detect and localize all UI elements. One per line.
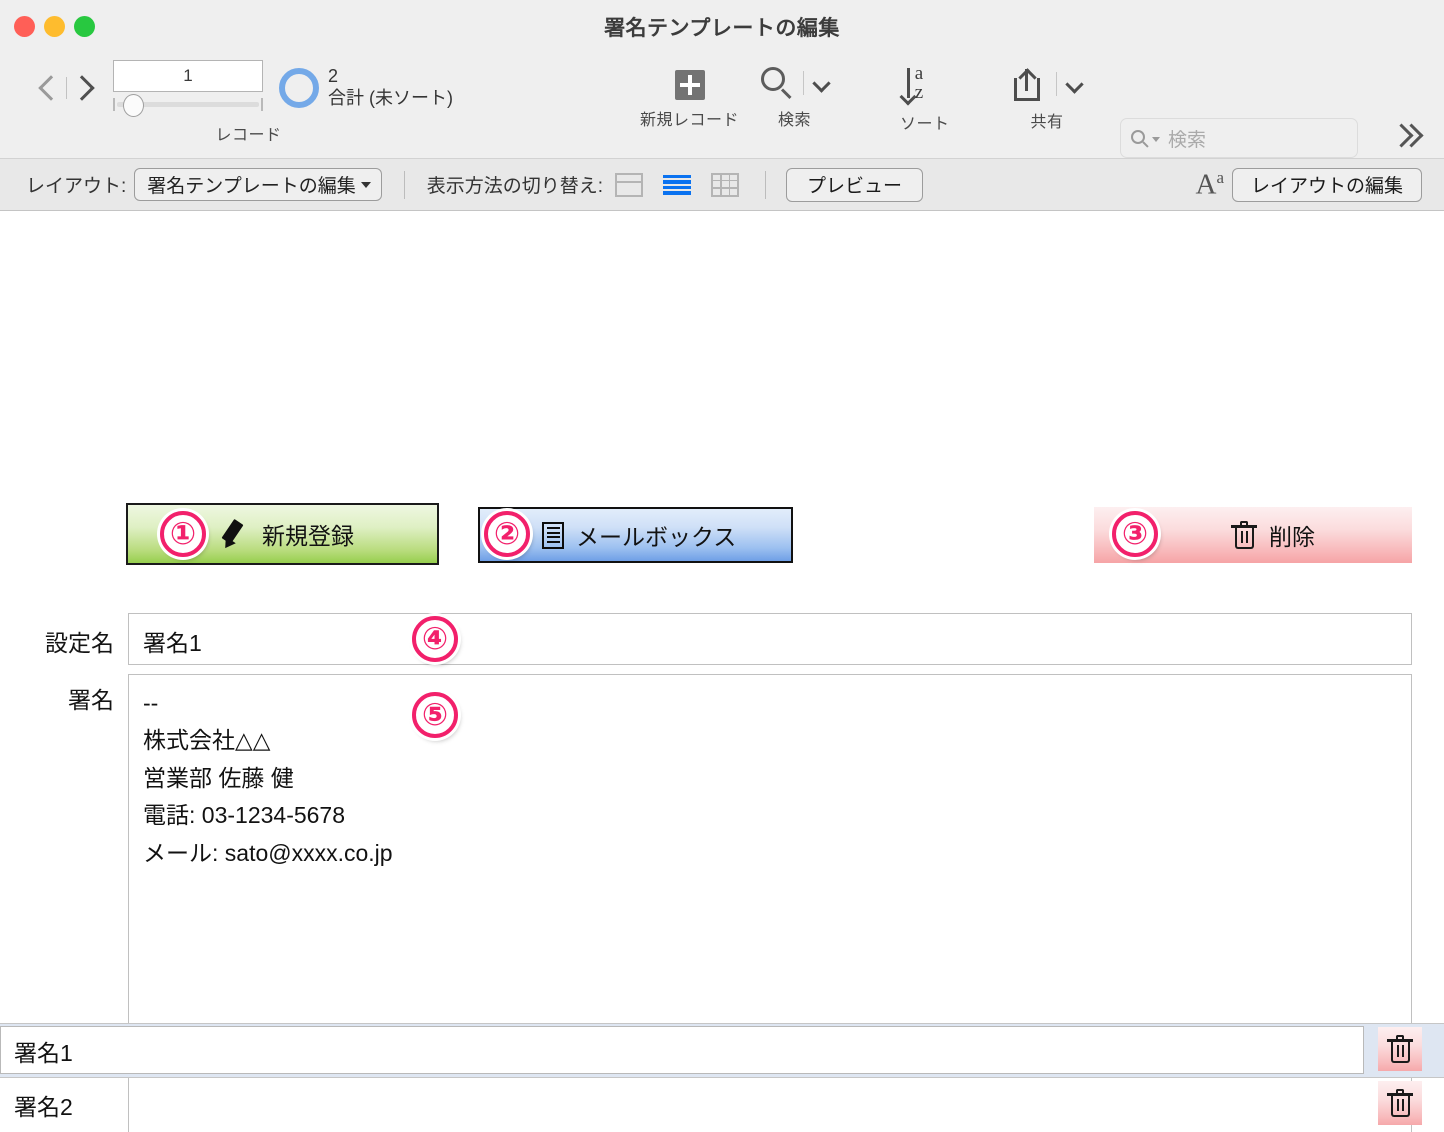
mailbox-label: メールボックス (576, 524, 737, 550)
layout-label: レイアウト: (26, 176, 127, 197)
share-row (1012, 66, 1082, 102)
trash-icon (1231, 520, 1257, 550)
layout-popup-menu[interactable]: 署名テンプレートの編集 (134, 168, 382, 201)
layout-bar: レイアウト: 署名テンプレートの編集 表示方法の切り替え: プレビュー Aa レ… (0, 158, 1444, 211)
app-window: 署名テンプレートの編集 1 2 合計 (未ソート) レコード 新規レコード 検索… (0, 0, 1444, 1132)
new-record-button[interactable]: 新規レコード (640, 70, 739, 130)
traffic-lights (14, 16, 95, 37)
divider (1056, 72, 1057, 96)
annotation-badge-2: ② (484, 511, 530, 557)
form-content: 新規登録 メールボックス 削除 設定名 署名1 署名 -- 株式会社△△ 営業部… (0, 211, 1444, 1132)
chevron-down-icon[interactable] (813, 75, 829, 91)
slider-cap-left (113, 98, 115, 111)
mailbox-icon (542, 521, 564, 549)
find-label: 検索 (777, 112, 811, 129)
signature-line: -- (143, 690, 159, 716)
table-view-icon[interactable] (711, 172, 739, 197)
pencil-icon (220, 518, 250, 552)
divider (66, 76, 67, 99)
signature-label: 署名 (68, 687, 114, 713)
record-number-input[interactable]: 1 (113, 60, 263, 92)
chevron-right-icon[interactable] (69, 68, 99, 108)
share-icon[interactable] (1012, 66, 1042, 102)
signature-list: 署名1 署名2 (0, 1023, 1444, 1132)
slider-knob[interactable] (123, 94, 144, 117)
trash-icon (1387, 1088, 1413, 1118)
maximize-window-button[interactable] (74, 16, 95, 37)
sort-az-icon: az (901, 64, 949, 104)
signature-line: メール: sato@xxxx.co.jp (143, 839, 393, 866)
search-icon (1131, 129, 1150, 148)
plus-icon (674, 70, 705, 100)
viewmode-label: 表示方法の切り替え: (426, 176, 603, 197)
signature-line: 電話: 03-1234-5678 (143, 802, 346, 829)
record-caption: レコード (215, 127, 282, 144)
list-item-label: 署名1 (14, 1039, 73, 1066)
list-view-icon[interactable] (663, 173, 691, 197)
list-item-cell (0, 1026, 1364, 1074)
row-delete-button[interactable] (1378, 1027, 1422, 1071)
form-view-icon[interactable] (615, 172, 643, 197)
text-format-icon[interactable]: Aa (1196, 169, 1225, 200)
record-navigator: 1 2 合計 (未ソート) レコード (34, 60, 453, 145)
annotation-badge-4: ④ (412, 616, 458, 662)
preview-button[interactable]: プレビュー (786, 167, 924, 202)
share-label: 共有 (1030, 114, 1064, 131)
minimize-window-button[interactable] (44, 16, 65, 37)
divider (765, 170, 766, 199)
delete-label: 削除 (1269, 524, 1315, 550)
main-toolbar: 1 2 合計 (未ソート) レコード 新規レコード 検索 a z ソート 共有 … (0, 54, 1444, 158)
view-mode-switcher (615, 172, 739, 197)
chevron-down-icon[interactable] (1066, 76, 1082, 92)
new-entry-label: 新規登録 (262, 523, 354, 549)
window-title: 署名テンプレートの編集 (604, 17, 840, 40)
search-placeholder: 検索 (1168, 129, 1207, 151)
annotation-badge-1: ① (160, 511, 206, 557)
list-item-label: 署名2 (14, 1094, 73, 1120)
chevron-down-icon[interactable] (1152, 137, 1160, 142)
find-button[interactable]: 検索 (760, 66, 829, 130)
record-total-count: 2 (328, 66, 339, 87)
signature-line: 株式会社△△ (143, 727, 271, 754)
edit-layout-button[interactable]: レイアウトの編集 (1231, 167, 1422, 202)
slider-cap-right (261, 98, 263, 111)
setting-name-field[interactable]: 署名1 (128, 613, 1412, 665)
magnifier-icon[interactable] (760, 66, 794, 100)
find-row (760, 66, 829, 100)
search-input[interactable]: 検索 (1120, 118, 1358, 158)
sort-label: ソート (900, 116, 950, 133)
record-arrows (34, 62, 99, 114)
chevron-double-right-icon[interactable] (1392, 120, 1426, 154)
close-window-button[interactable] (14, 16, 35, 37)
divider (803, 71, 804, 95)
title-bar: 署名テンプレートの編集 (0, 0, 1444, 54)
annotation-badge-3: ③ (1112, 511, 1158, 557)
list-item[interactable]: 署名2 (0, 1078, 1444, 1132)
record-slider[interactable] (113, 93, 263, 117)
trash-icon (1387, 1034, 1413, 1064)
chevron-down-icon (360, 181, 371, 188)
record-total: 2 合計 (未ソート) (328, 66, 453, 108)
record-total-label: 合計 (未ソート) (328, 87, 453, 108)
chevron-left-icon[interactable] (34, 68, 64, 108)
new-record-label: 新規レコード (640, 112, 740, 129)
sort-button[interactable]: az ソート (900, 64, 950, 134)
share-button[interactable]: 共有 (1012, 66, 1082, 132)
row-delete-button[interactable] (1378, 1081, 1422, 1125)
signature-line: 営業部 佐藤 健 (143, 764, 294, 791)
record-pie-icon (279, 67, 319, 108)
layout-popup-value: 署名テンプレートの編集 (147, 176, 356, 197)
record-navigator-row: 1 2 合計 (未ソート) (34, 60, 453, 117)
record-counter-block: 1 (113, 60, 263, 117)
annotation-badge-5: ⑤ (412, 692, 458, 738)
setting-name-label: 設定名 (45, 630, 114, 656)
list-item[interactable]: 署名1 (0, 1024, 1444, 1078)
divider (403, 170, 405, 199)
